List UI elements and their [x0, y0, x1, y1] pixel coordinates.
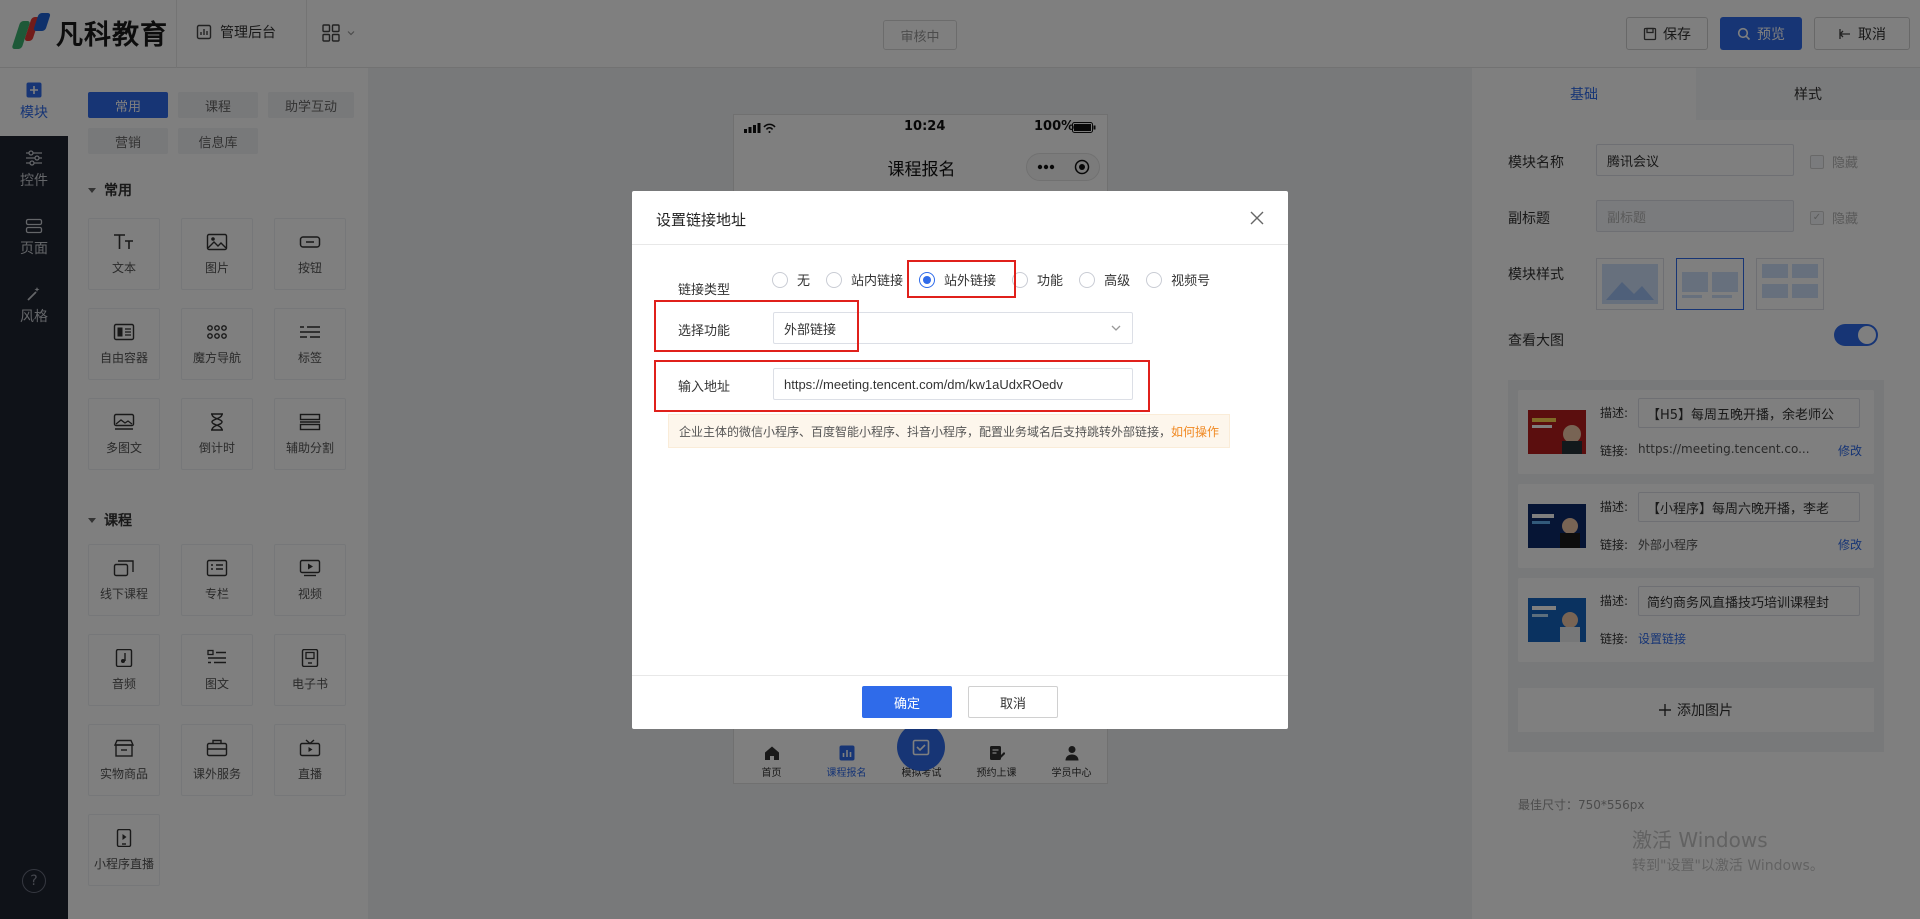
confirm-button[interactable]: 确定	[862, 686, 952, 718]
radio-circle-icon	[1146, 271, 1163, 288]
radio-label: 站内链接	[851, 274, 904, 289]
radio-label: 高级	[1104, 274, 1131, 289]
radio-circle-icon	[772, 271, 788, 288]
radio-circle-icon	[826, 271, 843, 288]
function-select-value: 外部链接	[784, 322, 837, 338]
radio-none[interactable]: 无	[772, 270, 810, 289]
radio-checked-icon	[919, 271, 936, 288]
dialog-header: 设置链接地址	[632, 191, 1288, 245]
how-to-link[interactable]: 如何操作	[1171, 423, 1219, 440]
radio-label: 视频号	[1171, 274, 1211, 289]
chevron-down-icon	[1111, 325, 1121, 331]
radio-external-link[interactable]: 站外链接	[919, 270, 996, 289]
dialog-footer: 确定 取消	[632, 675, 1288, 729]
radio-circle-icon	[1079, 271, 1096, 288]
function-select[interactable]: 外部链接	[773, 312, 1133, 344]
radio-label: 无	[797, 274, 811, 289]
tip-text: 企业主体的微信小程序、百度智能小程序、抖音小程序，配置业务域名后支持跳转外部链接…	[679, 424, 1172, 439]
tip-banner: 企业主体的微信小程序、百度智能小程序、抖音小程序，配置业务域名后支持跳转外部链接…	[668, 414, 1230, 448]
select-function-label: 选择功能	[678, 324, 731, 339]
radio-channels[interactable]: 视频号	[1146, 270, 1210, 289]
url-input[interactable]	[773, 368, 1133, 400]
radio-internal-link[interactable]: 站内链接	[826, 270, 903, 289]
link-settings-dialog: 设置链接地址 链接类型 无 站内链接 站外链接 功能 高级 视频号 选择功能 外…	[632, 191, 1288, 729]
radio-circle-icon	[1012, 271, 1029, 288]
close-icon[interactable]	[1246, 207, 1268, 229]
radio-label: 站外链接	[944, 274, 997, 289]
cancel-button[interactable]: 取消	[968, 686, 1058, 718]
radio-label: 功能	[1037, 274, 1064, 289]
link-type-label: 链接类型	[678, 283, 731, 298]
dialog-title: 设置链接地址	[656, 211, 747, 229]
radio-function[interactable]: 功能	[1012, 270, 1063, 289]
link-type-radio-group: 无 站内链接 站外链接 功能 高级 视频号	[772, 270, 1226, 289]
address-label: 输入地址	[678, 380, 731, 395]
radio-advanced[interactable]: 高级	[1079, 270, 1130, 289]
